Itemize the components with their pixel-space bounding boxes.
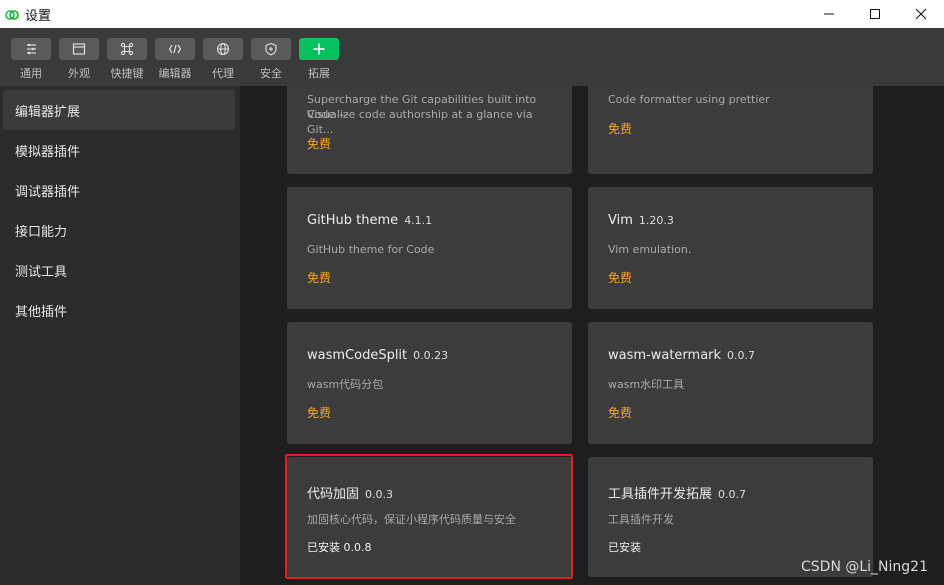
tab-shortcuts[interactable]: 快捷键: [103, 38, 151, 81]
extension-name: wasm-watermark: [608, 348, 722, 363]
extension-name: GitHub theme: [307, 213, 399, 228]
sidebar-item-api-capabilities[interactable]: 接口能力: [3, 210, 235, 250]
extension-version: 0.0.7: [718, 488, 747, 501]
sidebar-item-other-plugins[interactable]: 其他插件: [3, 290, 235, 330]
extension-description: Vim emulation.: [608, 243, 692, 256]
extension-title: 工具插件开发拓展 0.0.7: [608, 483, 746, 502]
sidebar-item-editor-extensions[interactable]: 编辑器扩展: [3, 90, 235, 130]
extension-card[interactable]: wasm-watermark 0.0.7 wasm水印工具 免费: [588, 322, 873, 444]
maximize-button[interactable]: [852, 0, 898, 28]
extension-version: 1.20.3: [638, 214, 674, 227]
tab-proxy[interactable]: 代理: [199, 38, 247, 81]
command-icon: [120, 42, 134, 56]
extensions-button[interactable]: [299, 38, 339, 60]
watermark: CSDN @Li_Ning21: [801, 559, 928, 575]
extension-description: GitHub theme for Code: [307, 243, 435, 256]
sidebar-item-simulator-plugins[interactable]: 模拟器插件: [3, 130, 235, 170]
extension-card[interactable]: Code formatter using prettier 免费: [588, 86, 873, 174]
code-icon: [168, 44, 182, 54]
close-icon: [915, 8, 927, 20]
minimize-button[interactable]: [806, 0, 852, 28]
tab-editor[interactable]: 编辑器: [151, 38, 199, 81]
extension-title: wasm-watermark 0.0.7: [608, 348, 755, 363]
tab-label: 代理: [212, 67, 234, 80]
proxy-button[interactable]: [203, 38, 243, 60]
extension-price: 免费: [307, 271, 332, 285]
tab-label: 快捷键: [110, 67, 144, 80]
extension-description: Code formatter using prettier: [608, 93, 770, 106]
tab-label: 通用: [20, 67, 42, 80]
extension-card[interactable]: Supercharge the Git capabilities built i…: [287, 86, 572, 174]
extension-title: GitHub theme 4.1.1: [307, 213, 432, 228]
extension-name: 工具插件开发拓展: [608, 487, 713, 502]
tab-label: 安全: [260, 67, 282, 80]
tab-label: 编辑器: [158, 67, 192, 80]
maximize-icon: [870, 9, 880, 19]
extension-price: 免费: [307, 137, 332, 151]
extension-description: wasm代码分包: [307, 378, 384, 391]
editor-button[interactable]: [155, 38, 195, 60]
list-icon: [27, 43, 36, 55]
window-title: 设置: [25, 8, 52, 24]
window-icon: [72, 43, 86, 55]
extension-price: 免费: [608, 406, 633, 420]
shield-icon: [265, 42, 277, 56]
extension-title: Vim 1.20.3: [608, 213, 674, 228]
tab-general[interactable]: 通用: [7, 38, 55, 81]
shortcuts-button[interactable]: [107, 38, 147, 60]
extension-card[interactable]: Vim 1.20.3 Vim emulation. 免费: [588, 187, 873, 309]
extension-card[interactable]: GitHub theme 4.1.1 GitHub theme for Code…: [287, 187, 572, 309]
extension-list: Supercharge the Git capabilities built i…: [240, 86, 944, 585]
tab-label: 拓展: [308, 67, 330, 80]
plus-icon: [313, 43, 325, 55]
tab-security[interactable]: 安全: [247, 38, 295, 81]
extension-name: wasmCodeSplit: [307, 348, 408, 363]
extension-price: 免费: [307, 406, 332, 420]
app-logo-icon: [5, 7, 19, 21]
extension-name: Vim: [608, 213, 633, 228]
tab-extensions[interactable]: 拓展: [295, 38, 343, 81]
extension-description: wasm水印工具: [608, 378, 685, 391]
tab-appearance[interactable]: 外观: [55, 38, 103, 81]
highlight-box: [285, 454, 573, 579]
title-bar: 设置: [0, 0, 944, 28]
extension-price: 免费: [608, 122, 633, 136]
extension-version: 0.0.23: [413, 349, 449, 362]
appearance-button[interactable]: [59, 38, 99, 60]
extension-version: 0.0.7: [727, 349, 756, 362]
sidebar-item-testing-tools[interactable]: 测试工具: [3, 250, 235, 290]
extension-description: Visualize code authorship at a glance vi…: [307, 108, 533, 136]
extension-title: wasmCodeSplit 0.0.23: [307, 348, 448, 363]
extension-description: 工具插件开发: [608, 513, 674, 526]
extension-installed-status: 已安装: [608, 541, 641, 554]
extension-card[interactable]: wasmCodeSplit 0.0.23 wasm代码分包 免费: [287, 322, 572, 444]
category-sidebar: 编辑器扩展 模拟器插件 调试器插件 接口能力 测试工具 其他插件: [0, 86, 240, 585]
minimize-icon: [824, 13, 834, 15]
extension-version: 4.1.1: [404, 214, 433, 227]
tab-label: 外观: [68, 67, 90, 80]
settings-toolbar: 通用 外观 快捷键 编辑器 代理 安全 拓展: [0, 28, 944, 86]
close-button[interactable]: [898, 0, 944, 28]
extension-price: 免费: [608, 271, 633, 285]
security-button[interactable]: [251, 38, 291, 60]
globe-icon: [216, 42, 230, 56]
sidebar-item-debugger-plugins[interactable]: 调试器插件: [3, 170, 235, 210]
general-button[interactable]: [11, 38, 51, 60]
